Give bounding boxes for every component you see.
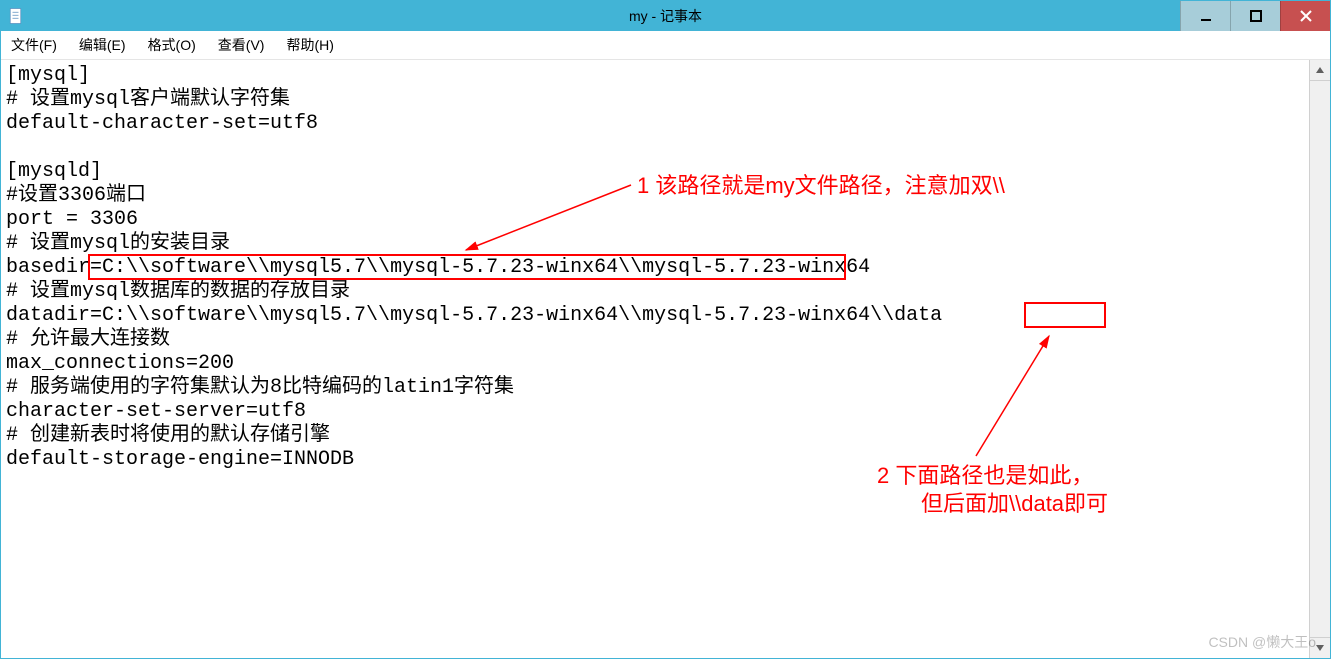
maximize-button[interactable] (1230, 1, 1280, 31)
notepad-icon (7, 6, 27, 26)
maximize-icon (1250, 10, 1262, 22)
menu-format[interactable]: 格式(O) (148, 35, 196, 55)
window-title: my - 记事本 (629, 6, 702, 26)
editor-area: [mysql] # 设置mysql客户端默认字符集 default-charac… (1, 60, 1330, 658)
scroll-down-button[interactable] (1310, 637, 1330, 658)
menu-file[interactable]: 文件(F) (11, 35, 57, 55)
menu-view[interactable]: 查看(V) (218, 35, 265, 55)
vertical-scrollbar[interactable] (1309, 60, 1330, 658)
titlebar[interactable]: my - 记事本 (1, 1, 1330, 31)
minimize-button[interactable] (1180, 1, 1230, 31)
text-content[interactable]: [mysql] # 设置mysql客户端默认字符集 default-charac… (6, 64, 1308, 658)
window-controls (1180, 1, 1330, 31)
close-icon (1300, 10, 1312, 22)
close-button[interactable] (1280, 1, 1330, 31)
minimize-icon (1200, 10, 1212, 22)
menu-help[interactable]: 帮助(H) (286, 35, 333, 55)
scroll-up-button[interactable] (1310, 60, 1330, 81)
chevron-down-icon (1315, 643, 1325, 653)
menubar: 文件(F) 编辑(E) 格式(O) 查看(V) 帮助(H) (1, 31, 1330, 60)
menu-edit[interactable]: 编辑(E) (79, 35, 126, 55)
chevron-up-icon (1315, 65, 1325, 75)
notepad-window: my - 记事本 文件(F) 编辑(E) 格式(O) 查看(V) 帮助(H) [… (0, 0, 1331, 659)
